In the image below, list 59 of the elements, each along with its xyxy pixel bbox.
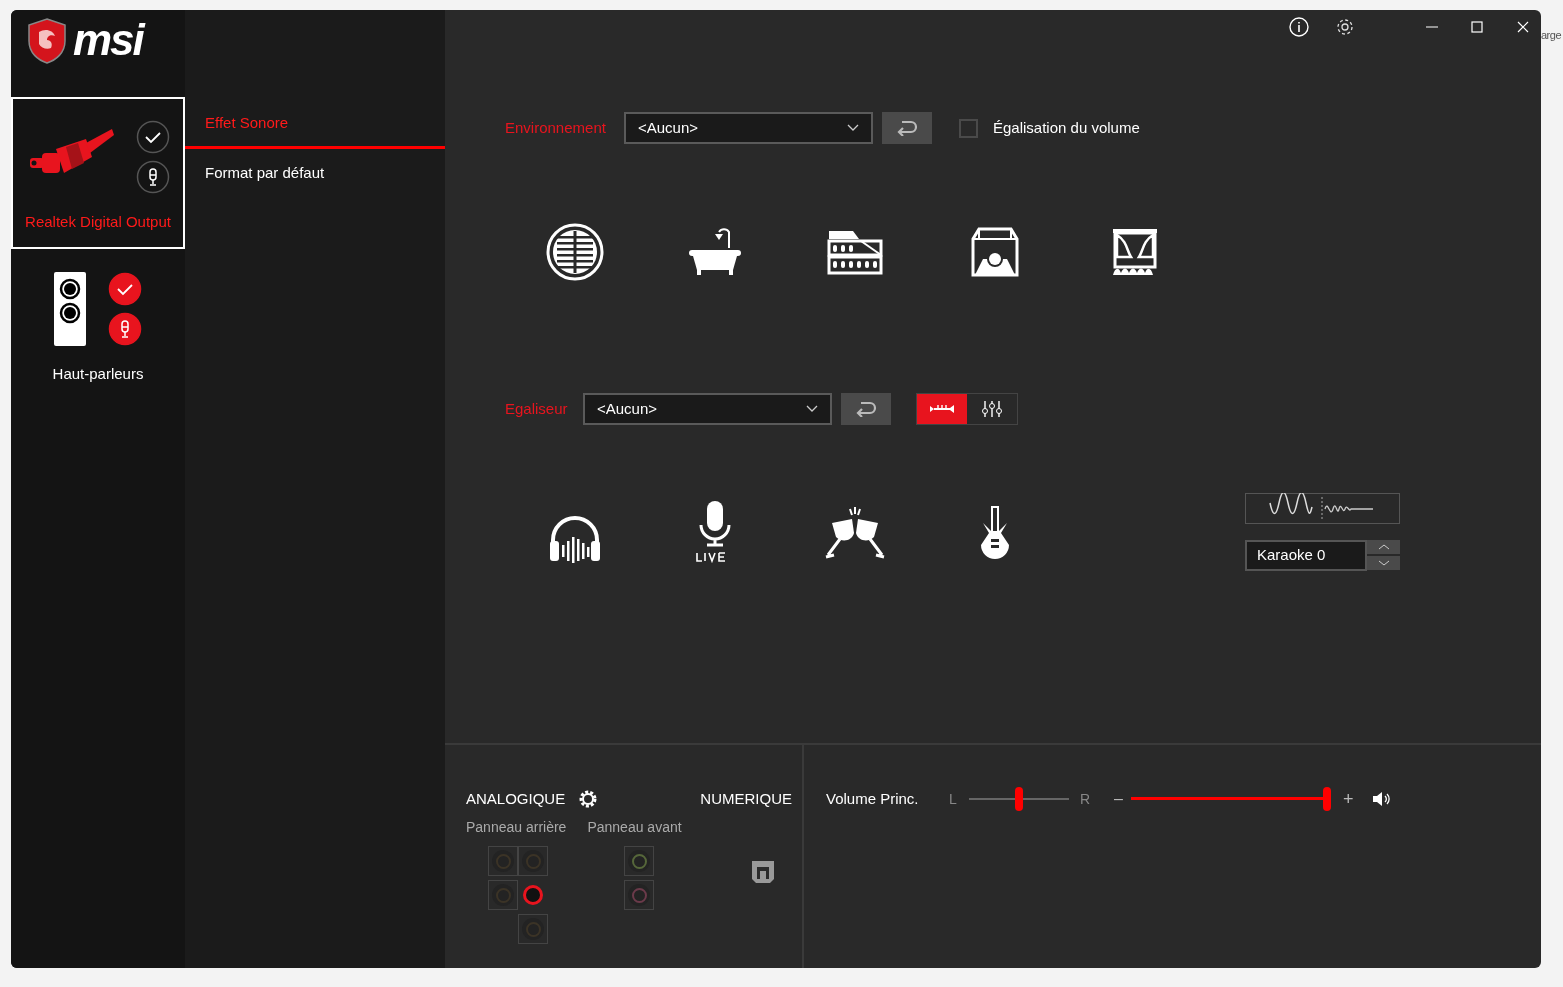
slider-track[interactable]	[969, 787, 1069, 811]
preset-dropdown[interactable]: <Aucun>	[583, 393, 832, 425]
slider-track[interactable]	[1131, 787, 1331, 811]
colosseum-icon[interactable]	[827, 229, 883, 275]
left-label: L	[949, 789, 958, 809]
plus-label: +	[1343, 787, 1354, 811]
rear-panel-label: Panneau arrière	[466, 818, 567, 837]
info-icon[interactable]	[1289, 16, 1309, 37]
karaoke-field[interactable]: Karaoke 0	[1245, 540, 1367, 571]
volume-label: Volume Princ.	[826, 788, 920, 809]
device-card[interactable]: Haut-parleurs	[11, 249, 185, 401]
settings-icon[interactable]	[1335, 16, 1355, 37]
right-label: R	[1080, 789, 1092, 809]
theater-icon[interactable]	[1111, 227, 1159, 277]
checkbox-label: Égalisation du volume	[993, 117, 1140, 138]
undo-icon[interactable]	[896, 120, 918, 136]
microphone-icon[interactable]	[108, 312, 142, 346]
increment-button[interactable]	[1367, 540, 1400, 554]
background-window-text: arge	[1541, 28, 1562, 43]
analog-title: ANALOGIQUE	[466, 788, 566, 809]
speaker-volume-icon[interactable]	[1371, 791, 1392, 807]
digital-title: NUMERIQUE	[700, 788, 792, 809]
nav-tab[interactable]: Effet Sonore	[185, 100, 445, 149]
caret-icon	[806, 405, 818, 413]
preset-dropdown[interactable]: <Aucun>	[624, 112, 873, 144]
grille-icon[interactable]	[545, 222, 605, 282]
nav-tab[interactable]: Format par défaut	[185, 149, 445, 198]
speaker-icon	[54, 272, 86, 346]
shield-logo-icon	[27, 18, 67, 64]
headphones-icon[interactable]	[548, 513, 602, 563]
front-panel-label: Panneau avant	[587, 818, 682, 837]
equalizer-label: Egaliseur	[505, 398, 569, 419]
check-icon[interactable]	[136, 120, 170, 154]
checkbox[interactable]	[959, 118, 978, 138]
caret-icon	[847, 124, 859, 132]
trumpet-mode-button[interactable]	[917, 394, 967, 424]
room-icon[interactable]	[971, 227, 1019, 277]
maximize-icon[interactable]	[1471, 20, 1483, 33]
slider-thumb[interactable]	[1323, 787, 1331, 811]
environment-label: Environnement	[505, 117, 607, 138]
device-card[interactable]: Realtek Digital Output	[11, 97, 185, 249]
decrement-button[interactable]	[1367, 556, 1400, 570]
device-name: Realtek Digital Output	[25, 212, 171, 232]
slider-thumb[interactable]	[1015, 787, 1023, 811]
audio-jack[interactable]	[624, 846, 654, 876]
reset-button[interactable]	[841, 393, 891, 425]
undo-icon[interactable]	[855, 401, 877, 417]
brand-logo: msi	[73, 18, 143, 62]
check-icon[interactable]	[108, 272, 142, 306]
reset-button[interactable]	[882, 112, 932, 144]
close-icon[interactable]	[1517, 20, 1529, 33]
trumpet-icon[interactable]	[928, 403, 956, 415]
microphone-icon[interactable]	[136, 160, 170, 194]
chevron-up-icon[interactable]	[1377, 544, 1390, 550]
optical-port-icon[interactable]	[750, 859, 776, 885]
minus-label: –	[1114, 789, 1124, 809]
device-name: Haut-parleurs	[52, 364, 144, 384]
chevron-down-icon[interactable]	[1377, 560, 1390, 566]
sliders-icon[interactable]	[981, 400, 1003, 418]
